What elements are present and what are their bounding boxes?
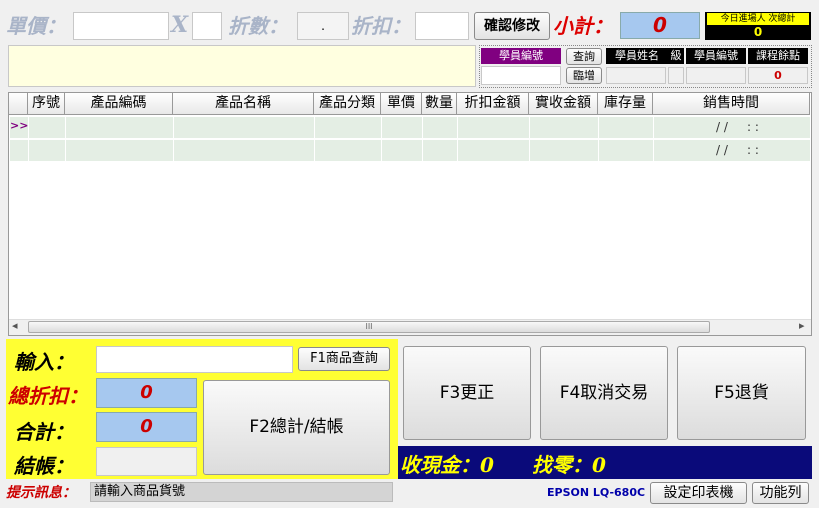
col-header-price[interactable]: 單價 xyxy=(381,93,422,115)
scroll-right-arrow[interactable]: ▸ xyxy=(799,319,805,332)
price-label: 單價： xyxy=(6,14,66,38)
temp-add-button[interactable]: 臨增 xyxy=(566,67,602,84)
price-field[interactable] xyxy=(73,12,169,40)
rate-field[interactable]: . xyxy=(297,12,349,40)
f4-cancel-transaction-button[interactable]: F4取消交易 xyxy=(540,346,668,440)
col-header-discount[interactable]: 折扣金額 xyxy=(457,93,529,115)
printer-name: EPSON LQ-680C xyxy=(547,486,646,499)
student-id-field[interactable] xyxy=(481,66,561,85)
course-points-value: 0 xyxy=(748,67,808,84)
discount-field[interactable] xyxy=(415,12,469,40)
student-id-value xyxy=(686,67,746,84)
col-header-stock[interactable]: 庫存量 xyxy=(598,93,653,115)
current-row-marker: >> xyxy=(10,119,29,132)
grade-header: 級 xyxy=(668,48,684,64)
hint-message: 請輸入商品貨號 xyxy=(90,482,393,502)
table-row[interactable] xyxy=(10,140,810,161)
total-value: 0 xyxy=(96,412,197,442)
today-visitors-label: 今日進場人 次總計 xyxy=(707,13,809,25)
f5-return-button[interactable]: F5退貨 xyxy=(677,346,806,440)
col-header-received[interactable]: 實收金額 xyxy=(529,93,598,115)
col-header-product-name[interactable]: 產品名稱 xyxy=(173,93,314,115)
change-label: 找零：0 xyxy=(532,453,606,477)
cash-received-label: 收現金：0 xyxy=(400,453,494,477)
scroll-left-arrow[interactable]: ◂ xyxy=(12,319,18,332)
scroll-thumb[interactable]: III xyxy=(28,321,710,333)
today-visitors-box: 今日進場人 次總計 0 xyxy=(705,12,811,40)
course-points-header: 課程餘點 xyxy=(748,48,808,64)
table-row[interactable] xyxy=(10,117,810,138)
function-menu-button[interactable]: 功能列 xyxy=(752,482,809,504)
quantity-field[interactable] xyxy=(192,12,222,40)
memo-area[interactable] xyxy=(8,45,476,87)
checkout-label: 結帳： xyxy=(14,454,74,478)
col-header-product-code[interactable]: 產品編碼 xyxy=(65,93,173,115)
setup-printer-button[interactable]: 設定印表機 xyxy=(650,482,747,504)
col-header-category[interactable]: 產品分類 xyxy=(314,93,381,115)
row-sale-time: / / : : xyxy=(716,143,759,157)
hint-label: 提示訊息： xyxy=(6,485,76,501)
student-name-header: 學員姓名 xyxy=(606,48,668,64)
student-name-field xyxy=(606,67,666,84)
grid-corner xyxy=(9,93,28,115)
product-input[interactable] xyxy=(96,346,293,373)
subtotal-label: 小計： xyxy=(553,14,613,38)
confirm-edit-button[interactable]: 確認修改 xyxy=(474,12,550,40)
input-label: 輸入： xyxy=(14,350,74,374)
col-header-sale-time[interactable]: 銷售時間 xyxy=(653,93,810,115)
col-header-quantity[interactable]: 數量 xyxy=(422,93,457,115)
checkout-field[interactable] xyxy=(96,447,197,476)
multiply-label: X xyxy=(171,12,189,38)
count-label: 折數： xyxy=(228,14,288,38)
total-discount-value: 0 xyxy=(96,378,197,408)
row-sale-time: / / : : xyxy=(716,120,759,134)
grid-divider xyxy=(10,138,810,140)
subtotal-value: 0 xyxy=(620,12,700,39)
student-id-header: 學員編號 xyxy=(481,48,561,64)
today-visitors-value: 0 xyxy=(753,25,763,39)
f2-total-checkout-button[interactable]: F2總計/結帳 xyxy=(203,380,390,475)
total-discount-label: 總折扣： xyxy=(8,384,88,408)
f1-product-query-button[interactable]: F1商品查詢 xyxy=(298,347,390,371)
f3-correction-button[interactable]: F3更正 xyxy=(403,346,531,440)
grade-field xyxy=(668,67,684,84)
total-label: 合計： xyxy=(14,420,74,444)
col-header-seq[interactable]: 序號 xyxy=(28,93,65,115)
query-button[interactable]: 查詢 xyxy=(566,48,602,65)
discount-label: 折扣： xyxy=(351,14,411,38)
student-id-header-2: 學員編號 xyxy=(686,48,746,64)
